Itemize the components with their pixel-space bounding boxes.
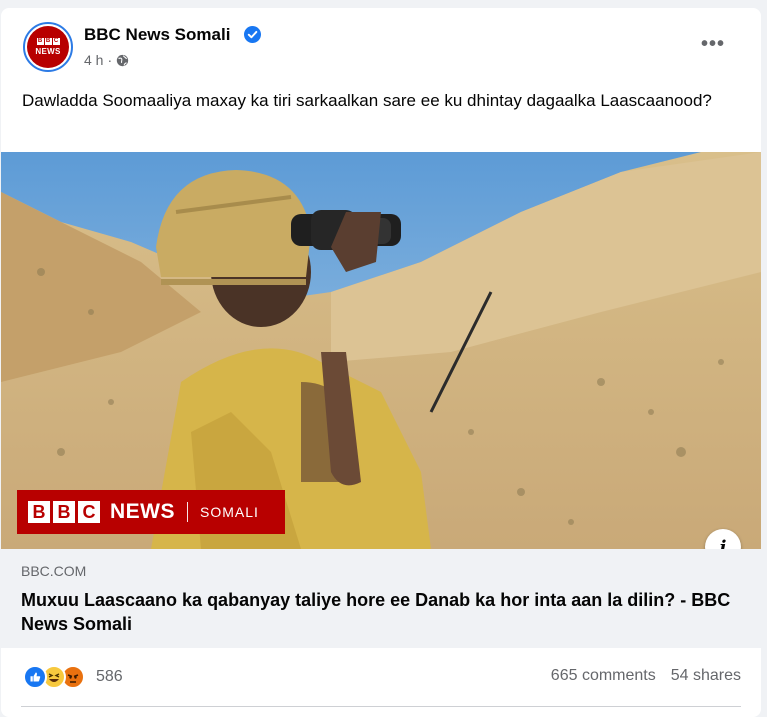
avatar-logo-block: C <box>52 38 60 45</box>
post-meta: 4 h · <box>84 52 129 68</box>
page-avatar[interactable]: B B C NEWS <box>23 22 73 72</box>
page-name-link[interactable]: BBC News Somali <box>84 25 230 45</box>
engagement-stats: 665 comments 54 shares <box>551 667 741 685</box>
shares-count-link[interactable]: 54 shares <box>671 667 741 685</box>
action-bar-divider <box>21 706 741 707</box>
post-card: B B C NEWS BBC News Somali 4 h · ••• Daw… <box>1 8 761 717</box>
link-title[interactable]: Muxuu Laascaano ka qabanyay taliye hore … <box>21 588 741 636</box>
avatar-logo-block: B <box>44 38 52 45</box>
link-domain: BBC.COM <box>21 563 87 579</box>
reaction-count: 586 <box>96 668 123 685</box>
more-options-button[interactable]: ••• <box>701 34 725 54</box>
banner-logo-block: C <box>78 501 100 523</box>
globe-icon <box>116 54 129 66</box>
avatar-logo-block: B <box>36 38 44 45</box>
banner-separator <box>187 502 188 522</box>
banner-news-label: NEWS <box>110 500 175 523</box>
verified-badge-icon <box>244 26 261 43</box>
banner-section-label: SOMALI <box>200 504 259 520</box>
bbc-news-somali-banner: B B C NEWS SOMALI <box>17 490 285 534</box>
banner-logo-block: B <box>28 501 50 523</box>
post-message: Dawladda Soomaaliya maxay ka tiri sarkaa… <box>22 91 712 110</box>
like-icon <box>23 665 47 689</box>
post-timestamp[interactable]: 4 h <box>84 52 103 68</box>
link-preview[interactable]: BBC.COM Muxuu Laascaano ka qabanyay tali… <box>1 549 761 648</box>
avatar-logo-label: NEWS <box>35 47 61 56</box>
bbc-news-logo: B B C NEWS <box>27 26 69 68</box>
reactions-summary[interactable]: 586 <box>23 665 123 689</box>
meta-separator: · <box>107 52 113 68</box>
comments-count-link[interactable]: 665 comments <box>551 667 656 685</box>
banner-logo-block: B <box>53 501 75 523</box>
